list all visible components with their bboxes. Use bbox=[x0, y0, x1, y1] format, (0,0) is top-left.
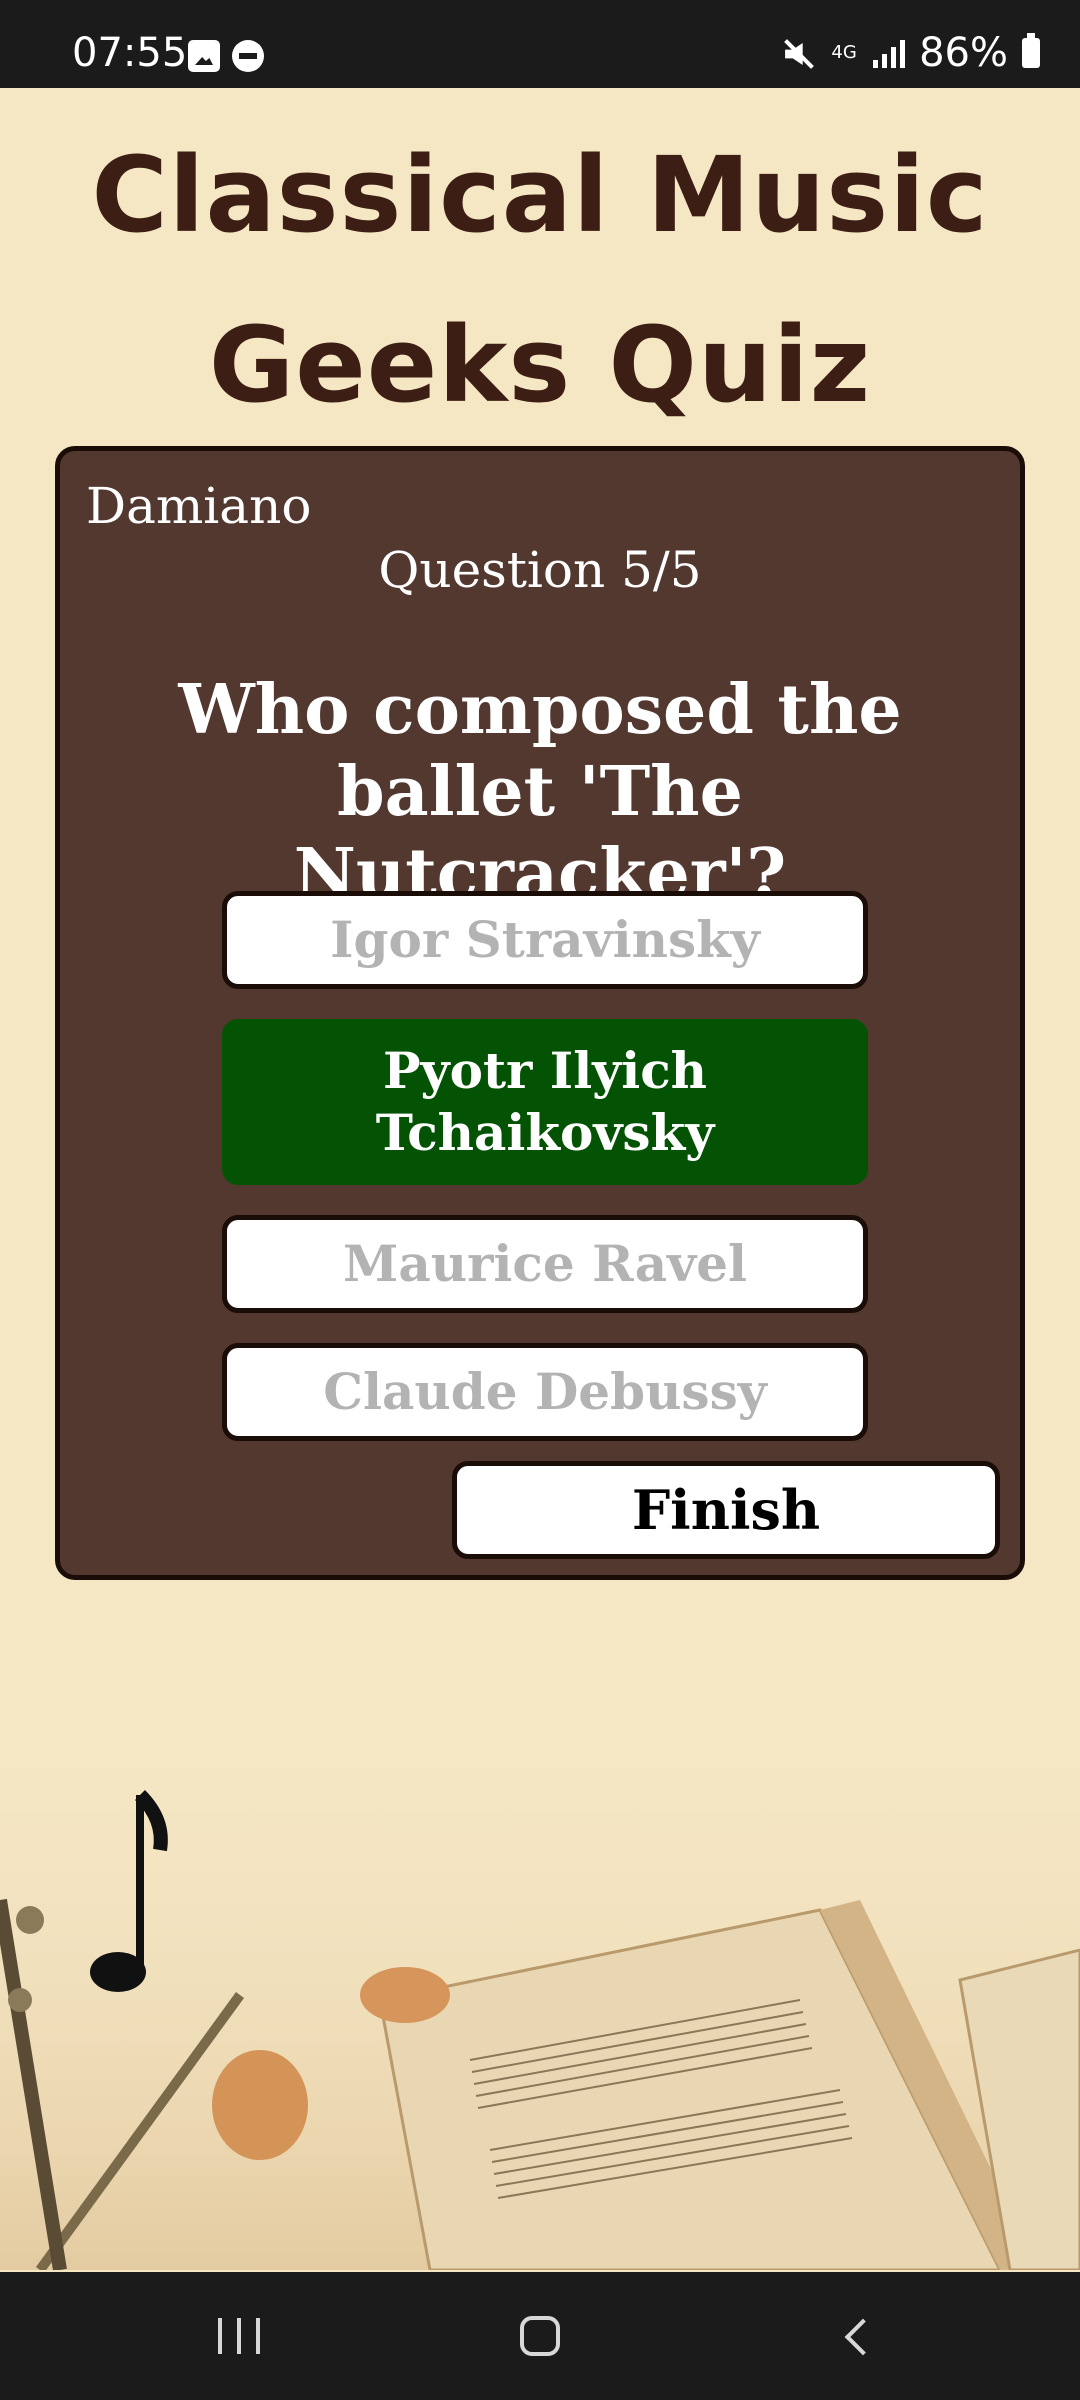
answer-option-1: Igor Stravinsky bbox=[222, 891, 868, 989]
status-bar: 07:55 4G 86% bbox=[0, 0, 1080, 88]
home-icon[interactable] bbox=[520, 2316, 560, 2356]
finish-button[interactable]: Finish bbox=[452, 1461, 1000, 1559]
answer-option-4: Claude Debussy bbox=[222, 1343, 868, 1441]
recents-icon[interactable] bbox=[218, 2318, 260, 2354]
quiz-card: Damiano Question 5/5 Who composed the ba… bbox=[55, 446, 1025, 1580]
navigation-bar bbox=[0, 2272, 1080, 2400]
question-counter: Question 5/5 bbox=[378, 541, 702, 599]
answer-option-2-correct: Pyotr Ilyich Tchaikovsky bbox=[222, 1019, 868, 1185]
do-not-disturb-icon bbox=[232, 40, 264, 72]
image-icon bbox=[188, 40, 220, 72]
question-text: Who composed the ballet 'The Nutcracker'… bbox=[178, 670, 902, 914]
page-title: Classical Music Geeks Quiz bbox=[91, 134, 989, 426]
player-name: Damiano bbox=[86, 477, 312, 535]
signal-icon bbox=[873, 38, 906, 68]
battery-icon bbox=[1022, 33, 1040, 68]
answer-list: Igor Stravinsky Pyotr Ilyich Tchaikovsky… bbox=[222, 891, 868, 1471]
answer-option-3: Maurice Ravel bbox=[222, 1215, 868, 1313]
network-4g-icon: 4G bbox=[831, 42, 857, 63]
sheet-music-background bbox=[0, 1700, 1080, 2270]
status-left-icons bbox=[188, 40, 264, 72]
back-icon[interactable] bbox=[838, 2318, 878, 2358]
status-time: 07:55 bbox=[72, 30, 188, 76]
mute-icon bbox=[783, 37, 815, 69]
battery-percentage: 86% bbox=[919, 30, 1008, 76]
status-right-icons: 4G 86% bbox=[783, 30, 1040, 76]
